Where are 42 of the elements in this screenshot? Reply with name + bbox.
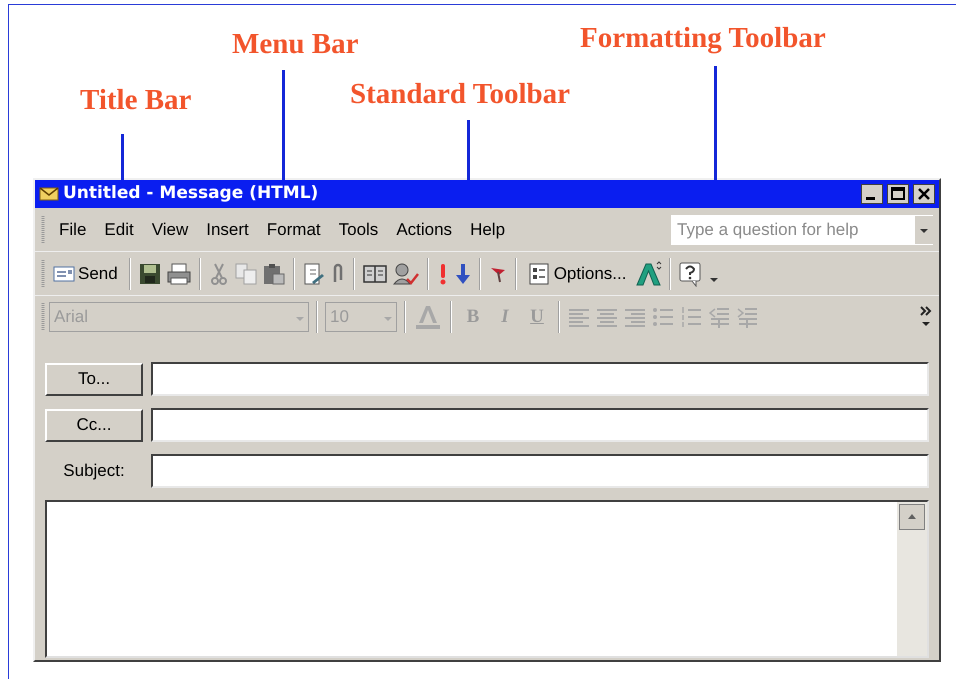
close-icon[interactable] — [913, 184, 935, 204]
options-button[interactable]: Options... — [524, 256, 630, 290]
text-field[interactable] — [151, 362, 929, 396]
leader-line — [121, 134, 124, 180]
scroll-bar[interactable] — [897, 502, 927, 656]
grip-handle-icon[interactable] — [41, 214, 45, 244]
font-color-icon[interactable] — [413, 303, 443, 331]
printer-icon[interactable] — [166, 262, 192, 286]
callout-label: Menu Bar — [232, 30, 358, 59]
menu-item[interactable]: View — [146, 216, 194, 242]
menu-item[interactable]: Insert — [200, 216, 255, 242]
person-check-icon[interactable] — [392, 262, 420, 286]
leader-line — [467, 120, 470, 180]
callout-label: Standard Toolbar — [350, 80, 570, 109]
text-field[interactable] — [151, 454, 929, 488]
text-field[interactable] — [151, 408, 929, 442]
clipboard-icon[interactable] — [262, 262, 286, 286]
menu-item[interactable]: Help — [464, 216, 512, 242]
window-title: Untitled - Message (HTML) — [63, 182, 320, 206]
copy-icon[interactable] — [234, 262, 258, 286]
envelope-icon — [53, 266, 75, 282]
callout-label: Formatting Toolbar — [580, 24, 826, 53]
menu-item[interactable]: Edit — [98, 216, 140, 242]
field-label: Subject: — [62, 460, 126, 482]
send-button[interactable]: Send — [49, 256, 122, 290]
address-button[interactable]: To... — [45, 362, 143, 396]
menu-item[interactable]: Actions — [390, 216, 458, 242]
menu-item[interactable]: Tools — [332, 216, 384, 242]
document-pencil-icon[interactable] — [302, 262, 326, 286]
grip-handle-icon[interactable] — [41, 258, 45, 288]
envelope-icon — [39, 186, 59, 202]
address-button[interactable]: Cc... — [45, 408, 143, 442]
menu-item[interactable]: File — [53, 216, 92, 242]
grip-handle-icon[interactable] — [41, 302, 45, 332]
minimize-icon[interactable] — [861, 184, 883, 204]
callout-label: Title Bar — [80, 86, 192, 115]
help-search-box[interactable]: Type a question for help — [671, 214, 933, 244]
font-letter-icon[interactable] — [634, 260, 662, 286]
maximize-icon[interactable] — [887, 184, 909, 204]
down-arrow-icon[interactable] — [454, 262, 472, 286]
list-document-icon — [528, 262, 550, 286]
menu-item[interactable]: Format — [260, 216, 327, 242]
